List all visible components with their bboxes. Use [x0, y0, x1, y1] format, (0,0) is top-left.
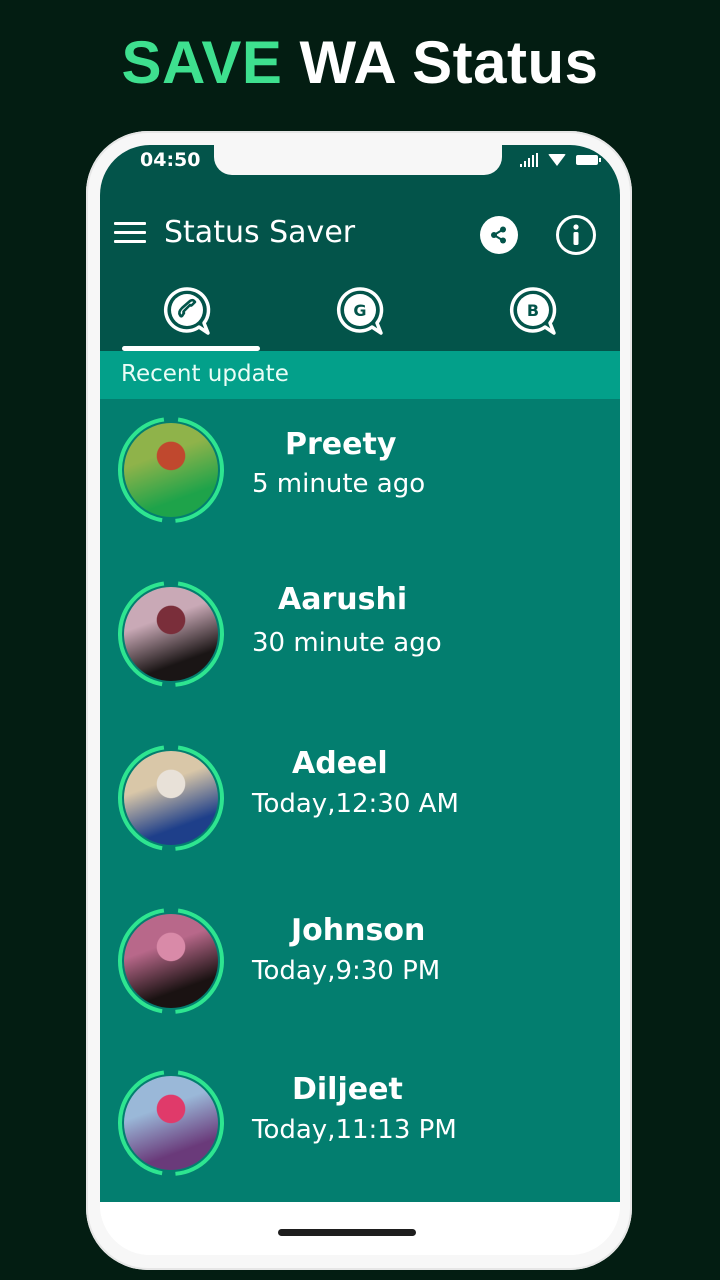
whatsapp-business-icon: B [510, 287, 557, 335]
svg-text:B: B [527, 301, 539, 320]
status-time: Today,11:13 PM [252, 1115, 457, 1145]
tab-whatsapp-business[interactable]: B [447, 285, 620, 351]
section-title: Recent update [121, 361, 289, 387]
status-time: 30 minute ago [252, 628, 442, 658]
battery-icon [576, 155, 601, 165]
svg-text:G: G [353, 301, 366, 320]
status-list-item[interactable]: Diljeet Today,11:13 PM [100, 1052, 620, 1202]
share-icon [491, 226, 506, 244]
signal-icon [520, 153, 538, 167]
share-button[interactable] [480, 216, 518, 254]
status-list-item[interactable]: Adeel Today,12:30 AM [100, 726, 620, 876]
contact-name: Preety [285, 427, 397, 462]
contact-name: Johnson [291, 913, 426, 948]
tab-bar: G B [100, 285, 620, 351]
contact-name: Adeel [292, 746, 388, 781]
phone-frame: 04:50 Status Saver G B Recent update Pre… [86, 131, 632, 1270]
status-list: Preety 5 minute ago Aarushi 30 minute ag… [100, 399, 620, 1202]
avatar [124, 587, 218, 681]
status-bar-time: 04:50 [140, 149, 201, 171]
promo-title-rest: WA Status [282, 29, 599, 96]
navigation-area [100, 1202, 620, 1255]
toolbar: Status Saver [100, 201, 620, 261]
home-indicator[interactable] [278, 1229, 416, 1236]
phone-screen: 04:50 Status Saver G B Recent update Pre… [100, 145, 620, 1255]
status-time: 5 minute ago [252, 469, 426, 499]
phone-notch [214, 145, 502, 175]
contact-name: Diljeet [292, 1072, 403, 1107]
status-list-item[interactable]: Preety 5 minute ago [100, 399, 620, 549]
tab-gb-whatsapp[interactable]: G [273, 285, 446, 351]
avatar [124, 751, 218, 845]
avatar [124, 914, 218, 1008]
promo-title: SAVE WA Status [0, 28, 720, 97]
app-title: Status Saver [164, 215, 356, 250]
avatar [124, 1076, 218, 1170]
app-header: 04:50 Status Saver G B [100, 145, 620, 351]
tab-whatsapp[interactable] [100, 285, 273, 351]
status-list-item[interactable]: Johnson Today,9:30 PM [100, 889, 620, 1039]
promo-title-accent: SAVE [121, 29, 283, 96]
hamburger-menu-icon[interactable] [114, 222, 146, 244]
status-time: Today,12:30 AM [252, 789, 459, 819]
info-button[interactable] [556, 215, 596, 255]
gb-whatsapp-icon: G [336, 287, 384, 335]
whatsapp-phone-icon [163, 287, 210, 335]
status-list-item[interactable]: Aarushi 30 minute ago [100, 562, 620, 712]
info-icon [573, 224, 579, 245]
status-bar-icons [520, 153, 601, 167]
status-time: Today,9:30 PM [252, 956, 441, 986]
contact-name: Aarushi [278, 582, 408, 617]
section-header: Recent update [100, 351, 620, 399]
wifi-icon [548, 154, 566, 166]
avatar [124, 423, 218, 517]
